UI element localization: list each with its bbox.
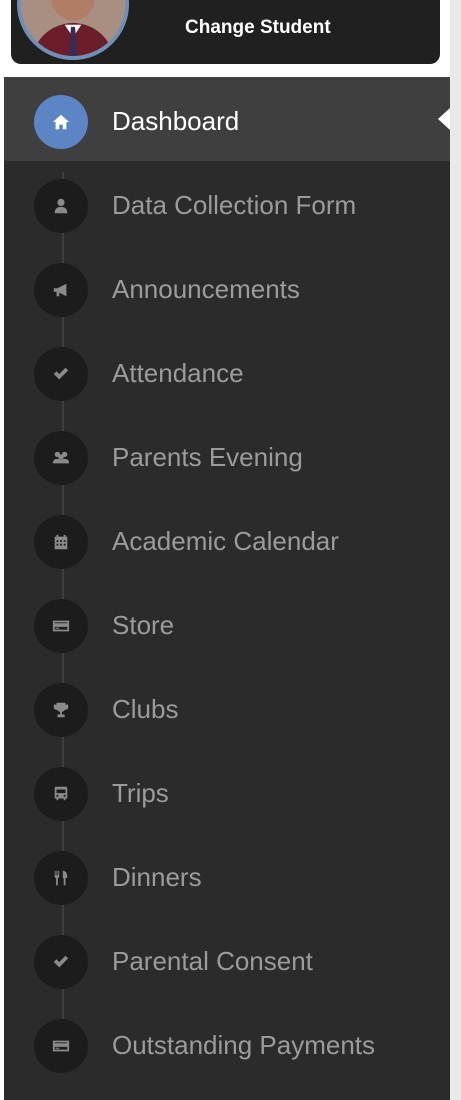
sidebar-item-label: Attendance bbox=[112, 358, 244, 388]
sidebar-item-label: Parental Consent bbox=[112, 946, 313, 976]
sidebar-item-clubs[interactable]: Clubs bbox=[4, 665, 450, 749]
sidebar-item-label: Store bbox=[112, 610, 175, 640]
cutlery-icon bbox=[34, 851, 88, 905]
sidebar-item-label: Clubs bbox=[112, 694, 179, 724]
sidebar-item-dashboard[interactable]: Dashboard bbox=[4, 77, 450, 161]
sidebar-item-label: Announcements bbox=[112, 274, 300, 304]
page-edge bbox=[450, 0, 461, 1100]
sidebar-item-store[interactable]: Store bbox=[4, 581, 450, 665]
user-icon bbox=[34, 179, 88, 233]
sidebar-item-label: Academic Calendar bbox=[112, 526, 339, 556]
trophy-icon bbox=[34, 683, 88, 737]
sidebar-item-label: Outstanding Payments bbox=[112, 1030, 376, 1060]
sidebar-item-trips[interactable]: Trips bbox=[4, 749, 450, 833]
sidebar-item-label: Dashboard bbox=[112, 106, 240, 136]
sidebar-item-attendance[interactable]: Attendance bbox=[4, 329, 450, 413]
credit-card-icon bbox=[34, 1019, 88, 1073]
avatar bbox=[17, 0, 129, 60]
change-student-link[interactable]: Change Student bbox=[185, 17, 331, 39]
sidebar-item-parental-consent[interactable]: Parental Consent bbox=[4, 917, 450, 1001]
sidebar-item-label: Trips bbox=[112, 778, 169, 808]
sidebar-item-dinners[interactable]: Dinners bbox=[4, 833, 450, 917]
check-icon bbox=[34, 935, 88, 989]
check-icon bbox=[34, 347, 88, 401]
megaphone-icon bbox=[34, 263, 88, 317]
sidebar-item-label: Data Collection Form bbox=[112, 190, 357, 220]
sidebar-item-announcements[interactable]: Announcements bbox=[4, 245, 450, 329]
bus-icon bbox=[34, 767, 88, 821]
home-icon bbox=[34, 95, 88, 149]
users-icon bbox=[34, 431, 88, 485]
sidebar-item-label: Dinners bbox=[112, 862, 202, 892]
sidebar-nav: Dashboard Data Collection Form Announcem… bbox=[4, 77, 450, 1100]
sidebar-item-outstanding-payments[interactable]: Outstanding Payments bbox=[4, 1001, 450, 1085]
sidebar-item-academic-calendar[interactable]: Academic Calendar bbox=[4, 497, 450, 581]
credit-card-icon bbox=[34, 599, 88, 653]
calendar-icon bbox=[34, 515, 88, 569]
sidebar-item-parents-evening[interactable]: Parents Evening bbox=[4, 413, 450, 497]
sidebar-item-data-collection-form[interactable]: Data Collection Form bbox=[4, 161, 450, 245]
active-indicator bbox=[438, 108, 450, 130]
sidebar-item-label: Parents Evening bbox=[112, 442, 303, 472]
profile-card: Change Student bbox=[11, 0, 440, 64]
